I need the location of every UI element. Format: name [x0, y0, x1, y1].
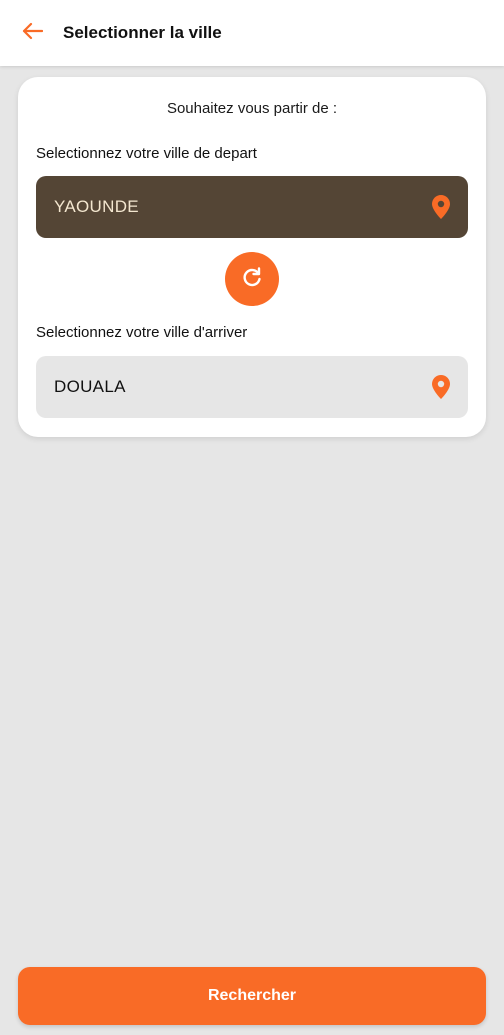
arrival-label: Selectionnez votre ville d'arriver: [36, 324, 248, 341]
arrival-city-field[interactable]: DOUALA: [36, 356, 468, 418]
city-selection-card: Souhaitez vous partir de : Selectionnez …: [18, 77, 486, 437]
screen: Selectionner la ville Souhaitez vous par…: [0, 0, 504, 1035]
refresh-icon: [240, 265, 264, 294]
location-pin-icon: [432, 375, 450, 399]
search-button[interactable]: Rechercher: [18, 967, 486, 1025]
swap-cities-button[interactable]: [225, 252, 279, 306]
departure-label: Selectionnez votre ville de depart: [36, 145, 257, 162]
departure-question: Souhaitez vous partir de :: [166, 100, 338, 117]
arrow-left-icon: [21, 22, 44, 45]
back-button[interactable]: [18, 19, 46, 47]
page-title: Selectionner la ville: [63, 23, 222, 42]
departure-city-field[interactable]: YAOUNDE: [36, 176, 468, 238]
departure-city-value: YAOUNDE: [54, 197, 139, 216]
location-pin-icon: [432, 195, 450, 219]
app-bar: Selectionner la ville: [0, 0, 504, 66]
arrival-city-value: DOUALA: [54, 377, 126, 396]
